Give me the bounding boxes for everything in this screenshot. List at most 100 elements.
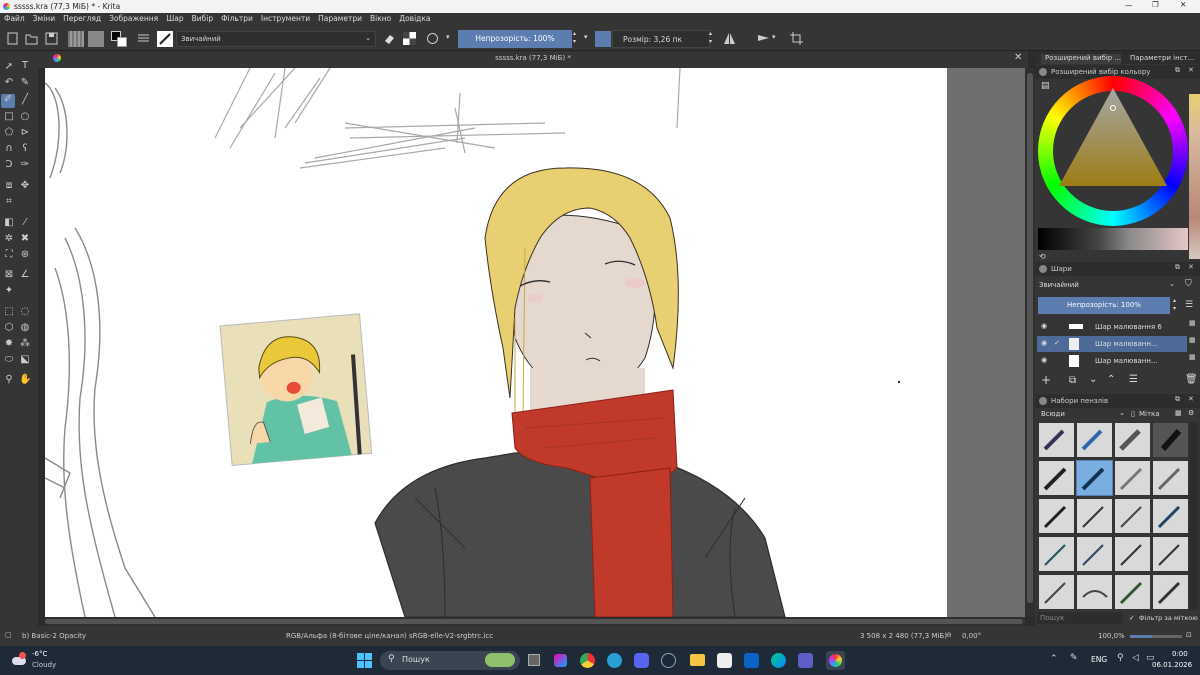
delete-layer-icon[interactable]: 🗑 xyxy=(1185,374,1198,385)
polygon-tool-icon[interactable]: ⬠ xyxy=(3,127,15,138)
menu-layer[interactable]: Шар xyxy=(162,13,187,23)
freehand-brush-icon[interactable]: ✐ xyxy=(1,94,15,108)
new-document-icon[interactable] xyxy=(5,31,20,46)
layer-options-icon[interactable]: ▦ xyxy=(1189,336,1196,344)
brush-preset[interactable] xyxy=(1152,536,1189,572)
brush-tag-label[interactable]: Мітка xyxy=(1139,410,1160,418)
add-layer-icon[interactable]: + xyxy=(1041,373,1051,387)
fg-bg-color-icon[interactable] xyxy=(111,31,127,47)
menu-window[interactable]: Вікно xyxy=(366,13,395,23)
maximize-icon[interactable]: ❐ xyxy=(1152,0,1159,9)
menu-select[interactable]: Вибір xyxy=(188,13,218,23)
mail-icon[interactable] xyxy=(744,653,759,668)
brush-preset-thumb-icon[interactable] xyxy=(157,31,173,47)
eye-icon[interactable]: ◉ xyxy=(1041,322,1047,330)
text-tool-icon[interactable]: T xyxy=(19,60,31,71)
float-icon[interactable]: ⧉ xyxy=(1175,66,1180,75)
crop-tool-icon[interactable]: ⌗ xyxy=(3,196,15,207)
dropdown-arrow-icon[interactable]: ▾ xyxy=(446,33,450,41)
copilot-icon[interactable] xyxy=(554,654,567,667)
fullscreen-icon[interactable]: ⊡ xyxy=(1186,631,1192,639)
color-settings-icon[interactable]: ▤ xyxy=(1041,81,1050,91)
edge-icon[interactable] xyxy=(771,653,786,668)
magnetic-select-icon[interactable]: ⬕ xyxy=(19,354,31,365)
menu-filters[interactable]: Фільтри xyxy=(217,13,257,23)
brush-preset[interactable] xyxy=(1152,460,1189,496)
brush-preset[interactable] xyxy=(1076,498,1113,534)
layer-options-icon[interactable]: ▦ xyxy=(1189,319,1196,327)
brush-preset[interactable] xyxy=(1152,422,1189,458)
vertical-scrollbar[interactable] xyxy=(1025,68,1035,617)
wifi-icon[interactable]: ⚲ xyxy=(1117,653,1124,663)
assistant-icon[interactable]: ⊠ xyxy=(3,269,15,280)
menu-help[interactable]: Довідка xyxy=(395,13,434,23)
wrap-around-icon[interactable] xyxy=(789,31,804,46)
ellipse-tool-icon[interactable]: ○ xyxy=(19,111,31,122)
steam-icon[interactable] xyxy=(661,653,676,668)
similar-select-icon[interactable]: ⁂ xyxy=(19,338,31,349)
color-triangle[interactable] xyxy=(1055,86,1175,196)
size-stepper-icon[interactable]: ▴ ▾ xyxy=(709,30,712,46)
reload-preset-icon[interactable] xyxy=(425,31,440,46)
taskbar-search-input[interactable]: ⚲ Пошук xyxy=(380,651,520,670)
polygon-select-icon[interactable]: ⬡ xyxy=(3,322,15,333)
eraser-icon[interactable] xyxy=(382,31,397,46)
color-picker-icon[interactable]: ⁄ xyxy=(19,217,31,228)
opacity-stepper-icon[interactable]: ▴ ▾ xyxy=(1173,297,1176,313)
contiguous-select-icon[interactable]: ✸ xyxy=(3,338,15,349)
move-up-icon[interactable]: ⌃ xyxy=(1107,374,1115,385)
mirror-vertical-icon[interactable] xyxy=(756,31,771,46)
close-icon[interactable]: ✕ xyxy=(1188,66,1194,74)
brush-preset[interactable] xyxy=(1038,574,1075,610)
menu-icon[interactable]: ☰ xyxy=(1185,300,1193,310)
horizontal-scrollbar[interactable] xyxy=(45,617,1025,626)
brush-preset-selected[interactable] xyxy=(1076,460,1113,496)
brush-preset[interactable] xyxy=(1114,536,1151,572)
weather-icon[interactable] xyxy=(10,651,28,669)
menu-file[interactable]: Файл xyxy=(0,13,29,23)
minimize-icon[interactable]: — xyxy=(1125,1,1133,10)
brush-grid-scrollbar[interactable] xyxy=(1189,422,1198,610)
chrome-icon[interactable] xyxy=(580,653,595,668)
edit-shapes-icon[interactable]: ↶ xyxy=(3,77,15,88)
enclose-fill-icon[interactable]: ⊛ xyxy=(19,249,31,260)
fill-gradient-icon[interactable] xyxy=(68,31,84,47)
brush-preset[interactable] xyxy=(1114,460,1151,496)
grid-view-icon[interactable]: ▦ xyxy=(1175,409,1182,417)
color-swatches-strip[interactable] xyxy=(1189,94,1200,259)
gradient-tool-icon[interactable]: ◧ xyxy=(3,217,15,228)
ellipse-select-icon[interactable]: ◌ xyxy=(19,306,31,317)
zoom-tool-icon[interactable]: ⚲ xyxy=(3,374,15,385)
dynamic-brush-icon[interactable]: Ↄ xyxy=(3,159,15,170)
layer-row-selected[interactable]: ◉ ✓ Шар малюванн... xyxy=(1037,336,1187,352)
freehand-select-icon[interactable]: ◍ xyxy=(19,322,31,333)
duplicate-layer-icon[interactable]: ⧉ xyxy=(1069,375,1076,386)
menu-view[interactable]: Перегляд xyxy=(59,13,105,23)
move-down-icon[interactable]: ⌄ xyxy=(1089,374,1097,385)
close-icon[interactable]: ✕ xyxy=(1188,263,1194,271)
brush-preset[interactable] xyxy=(1152,574,1189,610)
layer-blend-mode-select[interactable]: Звичайний ⌄ xyxy=(1037,279,1177,292)
layer-opacity-slider[interactable]: Непрозорість: 100% xyxy=(1038,297,1170,314)
close-document-icon[interactable]: ✕ xyxy=(1014,52,1022,63)
settings-icon[interactable]: ⚙ xyxy=(1188,409,1194,417)
assistant-tool-icon[interactable]: ✖ xyxy=(19,233,31,244)
color-history-strip[interactable] xyxy=(1038,228,1188,250)
opacity-stepper-icon[interactable]: ▴ ▾ xyxy=(573,30,576,46)
layer-row[interactable]: ◉ Шар малюванн... xyxy=(1037,353,1187,369)
start-icon[interactable] xyxy=(357,653,372,668)
calligraphy-icon[interactable]: ✎ xyxy=(19,77,31,88)
rectangle-tool-icon[interactable]: □ xyxy=(3,111,15,122)
layer-properties-icon[interactable]: ☰ xyxy=(1129,374,1138,385)
mirror-horizontal-icon[interactable] xyxy=(722,31,737,46)
line-tool-icon[interactable]: ╱ xyxy=(19,94,31,105)
layer-options-icon[interactable]: ▦ xyxy=(1189,353,1196,361)
menu-image[interactable]: Зображення xyxy=(105,13,162,23)
brush-preset[interactable] xyxy=(1038,460,1075,496)
dropdown-arrow-icon[interactable]: ▾ xyxy=(772,33,776,41)
pen-icon[interactable]: ✎ xyxy=(1070,653,1078,663)
brush-preset[interactable] xyxy=(1114,422,1151,458)
filter-by-tag-label[interactable]: Фільтр за міткою xyxy=(1139,614,1198,622)
discord-icon[interactable] xyxy=(634,653,649,668)
language-indicator[interactable]: ENG xyxy=(1091,655,1107,664)
